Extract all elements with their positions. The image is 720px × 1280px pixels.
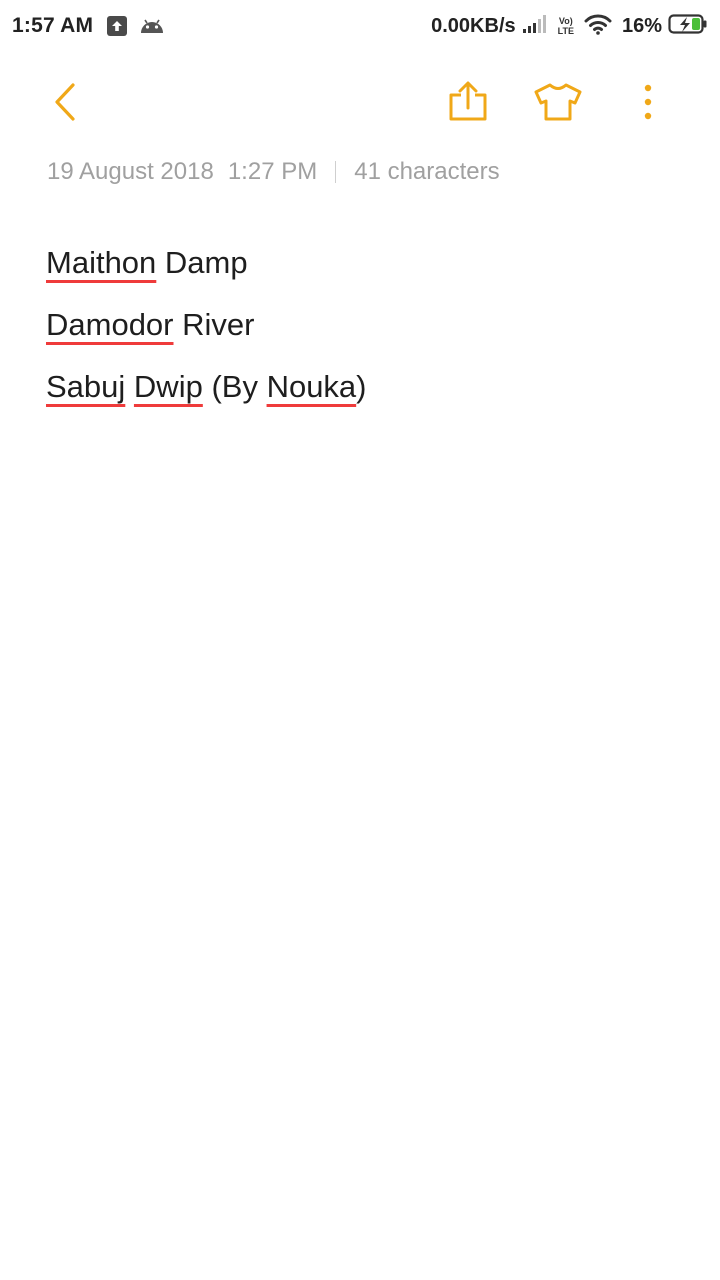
wifi-icon — [584, 13, 612, 40]
character-count: 41 characters — [354, 158, 500, 185]
battery-charging-icon — [668, 13, 708, 40]
note-text: (By — [202, 369, 267, 404]
note-toolbar — [0, 62, 720, 142]
note-text — [125, 369, 134, 404]
note-meta: 19 August 2018 1:27 PM 41 characters — [47, 158, 500, 186]
note-text: River — [173, 307, 255, 342]
theme-button[interactable] — [528, 62, 588, 142]
note-line[interactable]: Maithon Damp — [46, 232, 676, 294]
misspelled-word: Damodor — [46, 307, 174, 342]
status-left: 1:57 AM — [12, 14, 165, 38]
more-options-button[interactable] — [618, 62, 678, 142]
volte-icon: Vo) LTE — [558, 16, 574, 36]
note-line[interactable]: Sabuj Dwip (By Nouka) — [46, 356, 676, 418]
status-right: 0.00KB/s Vo) LTE 16% — [431, 13, 708, 40]
share-button[interactable] — [438, 62, 498, 142]
theme-icon — [534, 83, 582, 121]
signal-icon — [522, 14, 548, 39]
back-button[interactable] — [34, 62, 94, 142]
status-bar: 1:57 AM 0.00KB/s Vo) LTE 16% — [0, 0, 720, 52]
meta-divider — [335, 161, 337, 183]
back-icon — [55, 83, 75, 121]
note-text: ) — [356, 369, 367, 404]
upload-icon — [107, 16, 128, 36]
misspelled-word: Dwip — [133, 369, 203, 404]
misspelled-word: Maithon — [46, 245, 157, 280]
battery-percent: 16% — [621, 14, 662, 37]
note-time: 1:27 PM — [227, 158, 318, 185]
more-icon — [644, 84, 652, 120]
volte-bottom-label: LTE — [557, 26, 574, 36]
note-body-editor[interactable]: Maithon Damp Damodor River Sabuj Dwip (By … — [46, 232, 676, 418]
note-text: Damp — [156, 245, 248, 280]
status-time: 1:57 AM — [12, 14, 94, 37]
android-icon — [139, 16, 165, 36]
volte-top-label: Vo) — [558, 16, 573, 26]
note-date: 19 August 2018 — [47, 158, 214, 185]
misspelled-word: Nouka — [266, 369, 357, 404]
network-speed: 0.00KB/s — [431, 14, 516, 37]
note-line[interactable]: Damodor River — [46, 294, 676, 356]
share-icon — [449, 81, 487, 121]
misspelled-word: Sabuj — [46, 369, 126, 404]
